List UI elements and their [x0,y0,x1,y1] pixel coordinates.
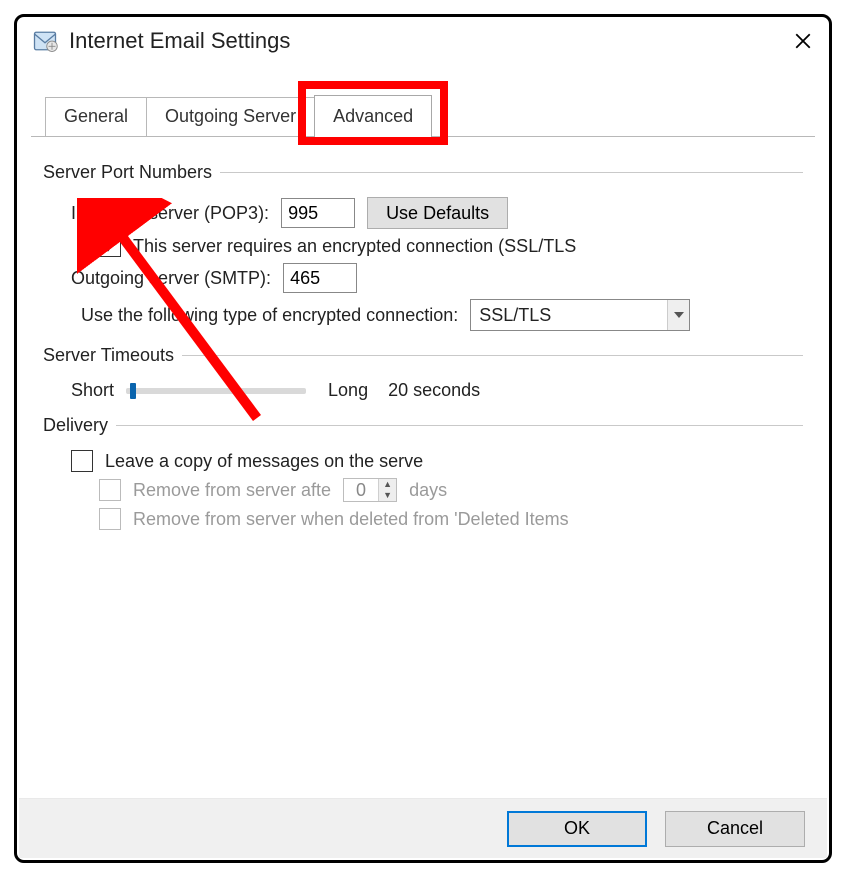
remove-after-days-spinner: ▲▼ [343,478,397,502]
cancel-button[interactable]: Cancel [665,811,805,847]
group-divider [220,172,803,173]
dialog-footer: OK Cancel [19,798,827,858]
group-divider [182,355,803,356]
ssl-required-checkbox[interactable] [99,235,121,257]
group-legend-delivery: Delivery [43,415,108,436]
outgoing-port-label: Outgoing server (SMTP): [71,268,271,289]
tab-advanced[interactable]: Advanced [314,95,432,137]
spinner-arrows-icon: ▲▼ [378,479,396,501]
remove-after-label-prefix: Remove from server afte [133,480,331,501]
group-legend-timeouts: Server Timeouts [43,345,174,366]
chevron-down-icon [667,300,689,330]
remove-when-deleted-checkbox [99,508,121,530]
timeout-short-label: Short [71,380,114,401]
remove-after-label-suffix: days [409,480,447,501]
outgoing-port-input[interactable] [283,263,357,293]
tab-outgoing-server[interactable]: Outgoing Server [146,97,315,137]
incoming-port-input[interactable] [281,198,355,228]
leave-copy-label: Leave a copy of messages on the serve [105,451,423,472]
group-divider [116,425,803,426]
slider-thumb[interactable] [130,383,136,399]
group-server-port-numbers: Server Port Numbers Incoming server (POP… [43,162,803,331]
close-icon [794,32,812,50]
tab-strip: General Outgoing Server Advanced [17,95,829,138]
remove-when-deleted-label: Remove from server when deleted from 'De… [133,509,569,530]
group-server-timeouts: Server Timeouts Short Long 20 seconds [43,345,803,401]
title-bar: Internet Email Settings [17,17,829,65]
close-button[interactable] [789,27,817,55]
timeout-slider[interactable] [126,388,306,394]
tab-content-advanced: Server Port Numbers Incoming server (POP… [17,138,829,530]
leave-copy-checkbox[interactable] [71,450,93,472]
encryption-type-select[interactable]: SSL/TLS [470,299,690,331]
mail-settings-icon [31,27,59,55]
ssl-required-label: This server requires an encrypted connec… [133,236,576,257]
timeout-value: 20 seconds [388,380,480,401]
tab-general[interactable]: General [45,97,147,137]
checkmark-icon [102,238,118,254]
dialog-frame: Internet Email Settings General Outgoing… [14,14,832,863]
remove-after-checkbox [99,479,121,501]
ok-button[interactable]: OK [507,811,647,847]
group-delivery: Delivery Leave a copy of messages on the… [43,415,803,530]
timeout-long-label: Long [328,380,368,401]
encryption-type-label: Use the following type of encrypted conn… [81,305,458,326]
remove-after-days-input [344,479,378,501]
group-legend-ports: Server Port Numbers [43,162,212,183]
encryption-type-value: SSL/TLS [479,305,551,326]
incoming-port-label: Incoming server (POP3): [71,203,269,224]
dialog-title: Internet Email Settings [69,28,290,54]
use-defaults-button[interactable]: Use Defaults [367,197,508,229]
